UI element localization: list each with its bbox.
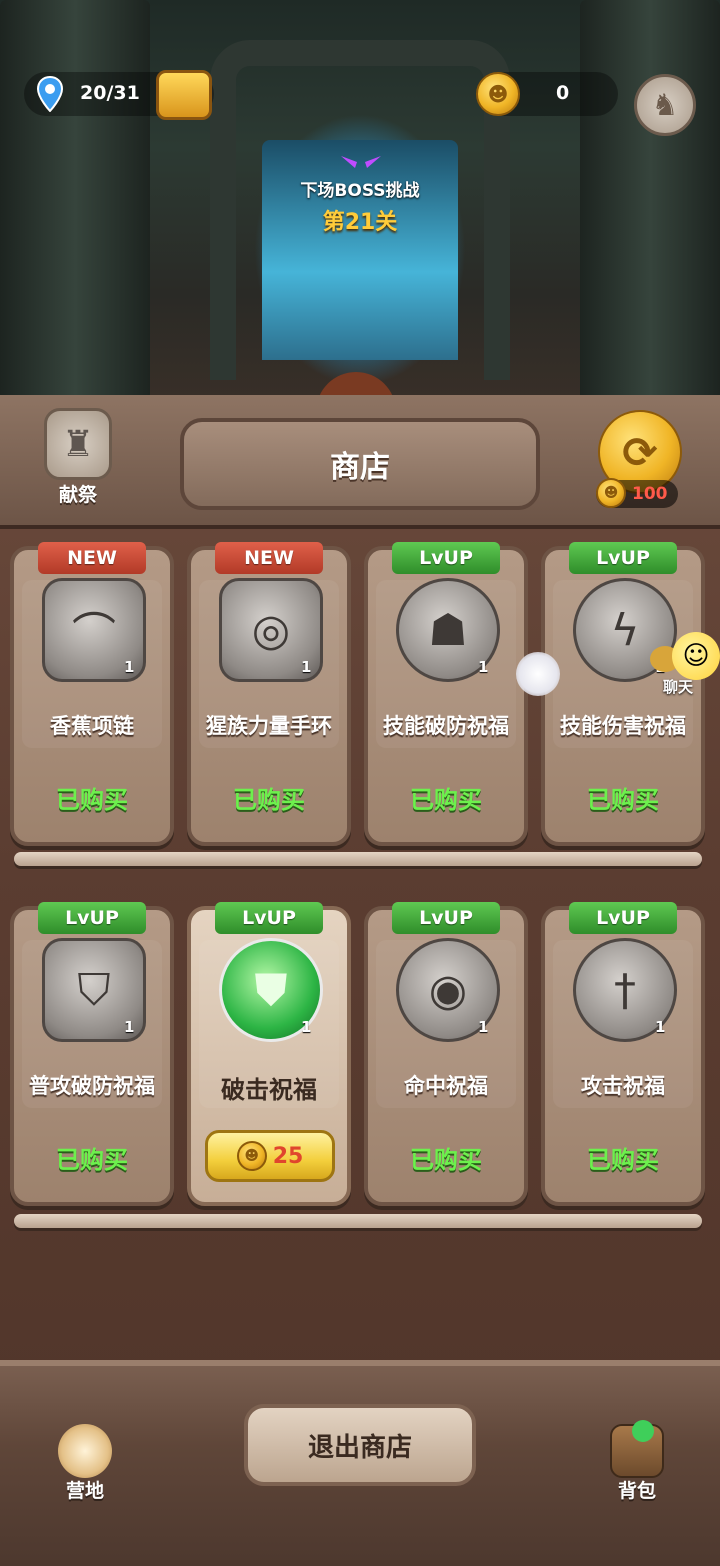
bag-mushroom-icon	[632, 1420, 654, 1442]
shelf-divider	[14, 852, 702, 866]
item-quantity: 1	[655, 1018, 666, 1036]
item-quantity: 1	[301, 1018, 312, 1036]
stone-statue-icon: ♜	[44, 408, 112, 480]
refresh-button[interactable]: ⟳ ☻ 100	[592, 410, 688, 510]
stage-progress-text: 20/31	[80, 82, 140, 104]
price-text: 25	[272, 1143, 304, 1169]
bag-label: 背包	[617, 1480, 656, 1502]
shop-item-card[interactable]: LvUP ◉ 1 命中祝福 已购买	[364, 902, 528, 1206]
lvup-tag: LvUP	[569, 542, 677, 574]
treasure-chest-icon[interactable]	[156, 70, 212, 120]
lvup-tag: LvUP	[392, 542, 500, 574]
shop-item-card[interactable]: NEW ◎ 1 猩族力量手环 已购买	[187, 542, 351, 846]
coin-icon: ☻	[596, 478, 626, 508]
lvup-tag: LvUP	[392, 902, 500, 934]
boss-eyes-icon	[338, 150, 384, 172]
item-name: 攻击祝福	[581, 1074, 665, 1098]
item-quantity: 1	[124, 1018, 135, 1036]
shop-item-card[interactable]: LvUP † 1 攻击祝福 已购买	[541, 902, 705, 1206]
monkey-avatar-icon[interactable]: ♞	[634, 74, 696, 136]
location-pin-icon	[36, 75, 64, 113]
cave-wall-left	[0, 0, 150, 400]
buy-button[interactable]: ☻ 25	[205, 1130, 335, 1182]
offering-button[interactable]: ♜ 献祭	[30, 408, 126, 508]
item-quantity: 1	[478, 658, 489, 676]
shop-item-card-selected[interactable]: LvUP ⛊ 1 破击祝福 ☻ 25	[187, 902, 351, 1206]
boss-challenge-label: 下场BOSS挑战	[300, 181, 420, 201]
item-name: 香蕉项链	[50, 714, 134, 738]
purchased-status: 已购买	[410, 1146, 482, 1174]
shop-item-card[interactable]: LvUP ☗ 1 技能破防祝福 已购买	[364, 542, 528, 846]
item-name: 技能伤害祝福	[560, 714, 686, 738]
purchased-status: 已购买	[587, 1146, 659, 1174]
camp-button[interactable]: 营地	[40, 1420, 130, 1510]
new-tag: NEW	[215, 542, 323, 574]
boss-level-label: 第21关	[322, 210, 398, 235]
coin-icon: ☻	[236, 1141, 267, 1171]
purchased-status: 已购买	[56, 786, 128, 814]
item-name: 命中祝福	[404, 1074, 488, 1098]
item-quantity: 1	[478, 1018, 489, 1036]
coin-icon: ☻	[476, 72, 520, 116]
item-name: 破击祝福	[221, 1076, 317, 1104]
item-name: 普攻破防祝福	[29, 1074, 155, 1098]
refresh-cost: 100	[632, 484, 668, 504]
camp-label: 营地	[65, 1480, 104, 1502]
lvup-tag: LvUP	[38, 902, 146, 934]
item-name: 猩族力量手环	[206, 714, 332, 738]
currency-amount: 0	[556, 82, 570, 104]
lvup-tag: LvUP	[215, 902, 323, 934]
camp-icon	[58, 1424, 112, 1478]
offering-label: 献祭	[58, 484, 97, 506]
shop-title-plate: 商店	[180, 418, 540, 510]
item-quantity: 1	[301, 658, 312, 676]
shop-title: 商店	[330, 450, 390, 485]
shop-item-card[interactable]: NEW ⌒ 1 香蕉项链 已购买	[10, 542, 174, 846]
touch-cursor	[516, 652, 560, 696]
item-name: 技能破防祝福	[383, 714, 509, 738]
new-tag: NEW	[38, 542, 146, 574]
cave-wall-right	[580, 0, 720, 400]
purchased-status: 已购买	[233, 786, 305, 814]
shelf-divider	[14, 1214, 702, 1228]
chat-label[interactable]: 聊天	[654, 676, 702, 697]
purchased-status: 已购买	[56, 1146, 128, 1174]
item-quantity: 1	[124, 658, 135, 676]
purchased-status: 已购买	[587, 786, 659, 814]
chat-emoji-icon[interactable]: ☺	[672, 632, 720, 680]
bag-button[interactable]: 背包	[592, 1420, 682, 1510]
shop-item-card[interactable]: LvUP ⛉ 1 普攻破防祝福 已购买	[10, 902, 174, 1206]
purchased-status: 已购买	[410, 786, 482, 814]
exit-shop-button[interactable]: 退出商店	[244, 1404, 476, 1486]
lvup-tag: LvUP	[569, 902, 677, 934]
